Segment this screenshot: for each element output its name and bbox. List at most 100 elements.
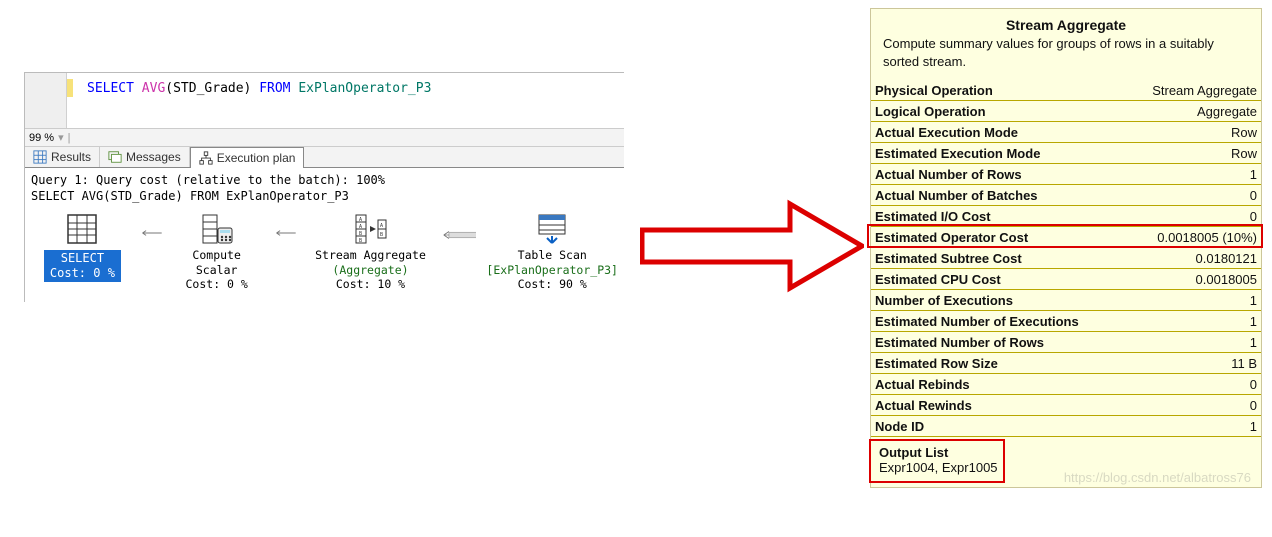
tooltip-properties-table: Physical OperationStream AggregateLogica… <box>871 80 1261 437</box>
op-compute-label: Compute Scalar <box>175 248 258 277</box>
tooltip-prop-key: Estimated I/O Cost <box>871 206 1125 227</box>
tooltip-prop-key: Actual Number of Rows <box>871 164 1125 185</box>
tooltip-prop-row: Estimated Number of Executions1 <box>871 311 1261 332</box>
tooltip-prop-key: Estimated Number of Rows <box>871 332 1125 353</box>
op-scan-label2: [ExPlanOperator_P3] <box>486 263 618 277</box>
tooltip-prop-value: Aggregate <box>1125 101 1261 122</box>
execution-plan-pane: Query 1: Query cost (relative to the bat… <box>25 168 624 302</box>
op-stream-cost: Cost: 10 % <box>309 277 431 291</box>
tooltip-prop-row: Actual Number of Rows1 <box>871 164 1261 185</box>
ssms-panel: SELECT AVG(STD_Grade) FROM ExPlanOperato… <box>24 72 624 302</box>
zoom-bar: 99 % ▾ | <box>25 128 624 147</box>
tooltip-prop-row: Actual Rewinds0 <box>871 395 1261 416</box>
stream-aggregate-icon: AABBAB <box>354 212 388 246</box>
flow-arrow-2 <box>268 230 299 236</box>
tooltip-prop-value: Stream Aggregate <box>1125 80 1261 101</box>
tooltip-prop-value: 0.0018005 <box>1125 269 1261 290</box>
compute-scalar-icon <box>200 212 234 246</box>
tooltip-prop-value: 0 <box>1125 185 1261 206</box>
tab-plan-label: Execution plan <box>217 151 296 165</box>
tooltip-prop-value: 1 <box>1125 311 1261 332</box>
tooltip-prop-row: Estimated Subtree Cost0.0180121 <box>871 248 1261 269</box>
op-stream-label2: (Aggregate) <box>309 263 431 277</box>
annotation-arrow <box>640 196 864 296</box>
tooltip-prop-value: 1 <box>1125 290 1261 311</box>
tooltip-prop-value: 1 <box>1125 416 1261 437</box>
tooltip-prop-value: 0 <box>1125 206 1261 227</box>
tooltip-prop-key: Estimated Number of Executions <box>871 311 1125 332</box>
tooltip-prop-value: 11 B <box>1125 353 1261 374</box>
op-stream-aggregate[interactable]: AABBAB Stream Aggregate (Aggregate) Cost… <box>309 212 431 291</box>
tooltip-prop-value: 0.0180121 <box>1125 248 1261 269</box>
op-scan-cost: Cost: 90 % <box>486 277 618 291</box>
tooltip-prop-row: Estimated I/O Cost0 <box>871 206 1261 227</box>
tooltip-prop-row: Estimated Row Size11 B <box>871 353 1261 374</box>
tooltip-prop-key: Actual Rewinds <box>871 395 1125 416</box>
tooltip-prop-value: Row <box>1125 143 1261 164</box>
kw-select: SELECT <box>87 81 134 96</box>
plan-icon <box>199 151 213 165</box>
svg-text:A: A <box>359 217 362 223</box>
zoom-dropdown-icon[interactable]: ▾ <box>58 131 64 144</box>
tooltip-prop-key: Physical Operation <box>871 80 1125 101</box>
tooltip-prop-value: 1 <box>1125 332 1261 353</box>
tooltip-prop-row: Number of Executions1 <box>871 290 1261 311</box>
svg-text:A: A <box>380 223 383 229</box>
tooltip-prop-key: Actual Number of Batches <box>871 185 1125 206</box>
op-select-cost: Cost: 0 % <box>50 266 115 281</box>
tooltip-prop-value: 0 <box>1125 374 1261 395</box>
op-compute-scalar[interactable]: Compute Scalar Cost: 0 % <box>175 212 258 291</box>
tooltip-title: Stream Aggregate <box>871 9 1261 35</box>
select-op-icon <box>65 212 99 246</box>
tooltip-prop-key: Estimated Subtree Cost <box>871 248 1125 269</box>
tooltip-output-title: Output List <box>875 443 1257 460</box>
tooltip-prop-row: Estimated Execution ModeRow <box>871 143 1261 164</box>
sql-col: (STD_Grade) <box>165 81 251 96</box>
tooltip-prop-key: Actual Rebinds <box>871 374 1125 395</box>
sql-editor[interactable]: SELECT AVG(STD_Grade) FROM ExPlanOperato… <box>25 73 624 128</box>
op-compute-cost: Cost: 0 % <box>175 277 258 291</box>
sql-table: ExPlanOperator_P3 <box>298 81 431 96</box>
tooltip-prop-row: Logical OperationAggregate <box>871 101 1261 122</box>
messages-icon <box>108 150 122 164</box>
tooltip-prop-key: Actual Execution Mode <box>871 122 1125 143</box>
zoom-value[interactable]: 99 % <box>29 132 54 144</box>
tab-messages-label: Messages <box>126 150 181 164</box>
tooltip-prop-row: Actual Number of Batches0 <box>871 185 1261 206</box>
grid-icon <box>33 150 47 164</box>
watermark-text: https://blog.csdn.net/albatross76 <box>1064 470 1251 485</box>
tooltip-prop-value: 1 <box>1125 164 1261 185</box>
plan-header-text: Query 1: Query cost (relative to the bat… <box>31 172 618 204</box>
op-scan-label: Table Scan <box>486 248 618 262</box>
tooltip-prop-row: Estimated CPU Cost0.0018005 <box>871 269 1261 290</box>
tooltip-prop-key: Estimated Operator Cost <box>871 227 1125 248</box>
result-tabs: Results Messages Execution plan <box>25 147 624 168</box>
tooltip-prop-key: Estimated Execution Mode <box>871 143 1125 164</box>
tooltip-prop-key: Estimated Row Size <box>871 353 1125 374</box>
tooltip-prop-row: Physical OperationStream Aggregate <box>871 80 1261 101</box>
tooltip-prop-row: Estimated Number of Rows1 <box>871 332 1261 353</box>
tooltip-prop-key: Node ID <box>871 416 1125 437</box>
tab-results[interactable]: Results <box>25 147 100 167</box>
table-scan-icon <box>535 212 569 246</box>
operator-tooltip: Stream Aggregate Compute summary values … <box>870 8 1262 488</box>
op-select[interactable]: SELECT Cost: 0 % <box>41 212 124 282</box>
tab-execution-plan[interactable]: Execution plan <box>190 147 305 168</box>
sql-code[interactable]: SELECT AVG(STD_Grade) FROM ExPlanOperato… <box>25 81 624 96</box>
tooltip-prop-key: Estimated CPU Cost <box>871 269 1125 290</box>
plan-graph: SELECT Cost: 0 % Compute Scalar Cost: 0 … <box>31 212 618 291</box>
tooltip-prop-row: Estimated Operator Cost0.0018005 (10%) <box>871 227 1261 248</box>
svg-text:B: B <box>380 232 383 238</box>
tab-messages[interactable]: Messages <box>100 147 190 167</box>
tooltip-desc: Compute summary values for groups of row… <box>871 35 1261 80</box>
kw-from: FROM <box>259 81 290 96</box>
tooltip-prop-value: Row <box>1125 122 1261 143</box>
tooltip-prop-row: Node ID1 <box>871 416 1261 437</box>
editor-change-marker <box>67 79 73 97</box>
tooltip-prop-row: Actual Execution ModeRow <box>871 122 1261 143</box>
flow-arrow-1 <box>134 230 165 236</box>
op-stream-label: Stream Aggregate <box>309 248 431 262</box>
op-table-scan[interactable]: Table Scan [ExPlanOperator_P3] Cost: 90 … <box>486 212 618 291</box>
tooltip-prop-key: Logical Operation <box>871 101 1125 122</box>
svg-text:A: A <box>359 224 362 230</box>
